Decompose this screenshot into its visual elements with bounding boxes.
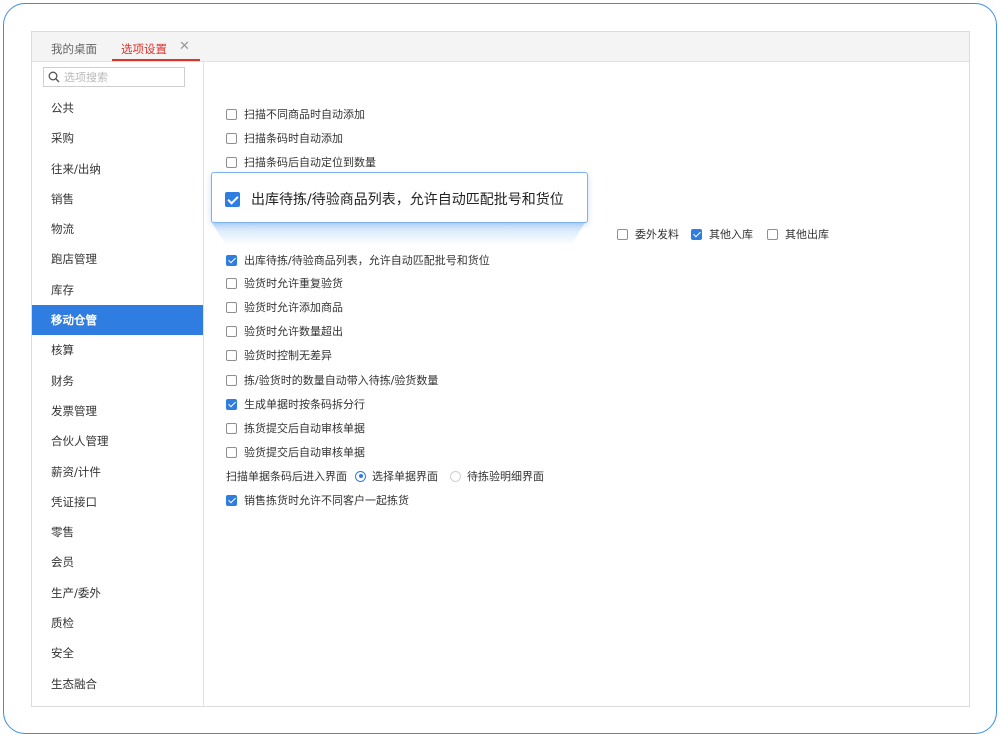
option-row[interactable]: 出库待拣/待验商品列表，允许自动匹配批号和货位 bbox=[226, 252, 490, 268]
option-row[interactable]: 验货时允许数量超出 bbox=[226, 323, 343, 339]
sidebar-item[interactable]: 会员 bbox=[32, 547, 203, 577]
callout-glow bbox=[211, 221, 586, 245]
option-row[interactable]: 验货时允许添加商品 bbox=[226, 299, 343, 315]
sidebar-item[interactable]: 合伙人管理 bbox=[32, 426, 203, 456]
option-label: 验货时控制无差异 bbox=[244, 349, 332, 362]
callout-checkbox-icon bbox=[225, 191, 240, 207]
sidebar-menu: 公共 采购 往来/出纳 销售 物流 跑店管理 库存 移动仓管 核算 财务 发票管理 合伙人管理 薪资/计… bbox=[32, 93, 203, 699]
scan-entry-group: 扫描单据条码后进入界面 选择单据界面 待拣验明细界面 bbox=[226, 468, 556, 484]
option-row[interactable]: 验货提交后自动审核单据 bbox=[226, 444, 365, 460]
option-checkbox[interactable] bbox=[226, 277, 237, 289]
sidebar-item[interactable]: 库存 bbox=[32, 275, 203, 305]
settings-panel: 扫描不同商品时自动添加扫描条码时自动添加扫描条码后自动定位到数量拣货验货支持多明… bbox=[204, 62, 969, 706]
close-icon[interactable]: ✕ bbox=[179, 39, 190, 54]
search-icon bbox=[48, 71, 60, 83]
option-row[interactable]: 拣/验货时的数量自动带入待拣/验货数量 bbox=[226, 372, 438, 388]
option-row[interactable]: 拣货提交后自动审核单据 bbox=[226, 420, 365, 436]
doc-type-checkbox[interactable] bbox=[767, 228, 778, 240]
sidebar: 公共采购往来/出纳销售物流跑店管理库存移动仓管核算财务发票管理合伙人管理薪资/计… bbox=[32, 62, 204, 706]
option-checkbox[interactable] bbox=[226, 374, 237, 386]
tab-option-settings[interactable]: 选项设置 bbox=[121, 41, 167, 57]
option-checkbox[interactable] bbox=[226, 325, 237, 337]
sidebar-item[interactable]: 发票管理 bbox=[32, 396, 203, 426]
scan-entry-radio[interactable] bbox=[355, 470, 366, 482]
sidebar-item[interactable]: 销售 bbox=[32, 184, 203, 214]
sidebar-item[interactable]: 生态融合 bbox=[32, 669, 203, 699]
option-row[interactable]: 验货时控制无差异 bbox=[226, 347, 332, 363]
option-checkbox[interactable] bbox=[226, 254, 237, 266]
highlight-callout: 出库待拣/待验商品列表，允许自动匹配批号和货位 bbox=[211, 172, 588, 223]
search-input[interactable] bbox=[64, 69, 179, 85]
doc-type-checkbox[interactable] bbox=[617, 228, 628, 240]
option-label: 验货提交后自动审核单据 bbox=[244, 446, 365, 459]
sidebar-item[interactable]: 核算 bbox=[32, 335, 203, 365]
sidebar-item[interactable]: 零售 bbox=[32, 517, 203, 547]
option-row[interactable]: 销售拣货时允许不同客户一起拣货 bbox=[226, 492, 409, 508]
option-checkbox[interactable] bbox=[226, 301, 237, 313]
option-checkbox[interactable] bbox=[226, 349, 237, 361]
sidebar-item[interactable]: 跑店管理 bbox=[32, 244, 203, 274]
option-label: 验货时允许数量超出 bbox=[244, 325, 343, 338]
option-label: 扫描条码时自动添加 bbox=[244, 132, 343, 145]
option-checkbox[interactable] bbox=[226, 156, 237, 168]
sidebar-item[interactable]: 财务 bbox=[32, 366, 203, 396]
option-row[interactable]: 扫描条码后自动定位到数量 bbox=[226, 154, 376, 170]
scan-entry-label: 扫描单据条码后进入界面 bbox=[226, 470, 347, 483]
sidebar-item[interactable]: 移动仓管 bbox=[32, 305, 203, 336]
option-label: 拣货提交后自动审核单据 bbox=[244, 422, 365, 435]
option-label: 拣/验货时的数量自动带入待拣/验货数量 bbox=[244, 374, 439, 387]
doc-type-option[interactable]: 其他出库 bbox=[767, 226, 829, 242]
option-row[interactable]: 验货时允许重复验货 bbox=[226, 275, 343, 291]
option-label: 扫描条码后自动定位到数量 bbox=[244, 156, 376, 169]
doc-type-label: 其他入库 bbox=[709, 228, 753, 241]
tab-my-desktop[interactable]: 我的桌面 bbox=[51, 41, 97, 57]
scan-entry-radio[interactable] bbox=[450, 470, 461, 482]
option-search[interactable] bbox=[43, 67, 185, 87]
doc-type-label: 委外发料 bbox=[635, 228, 679, 241]
option-checkbox[interactable] bbox=[226, 108, 237, 120]
option-checkbox[interactable] bbox=[226, 398, 237, 410]
scan-entry-choice-label: 待拣验明细界面 bbox=[467, 470, 544, 483]
options-window: 我的桌面 选项设置 ✕ 公共采购往来/出纳销售物流跑店管理库存移动仓管核算财务发… bbox=[31, 31, 970, 707]
doc-type-label: 其他出库 bbox=[785, 228, 829, 241]
sidebar-item[interactable]: 质检 bbox=[32, 608, 203, 638]
sidebar-item[interactable]: 公共 bbox=[32, 93, 203, 123]
option-checkbox[interactable] bbox=[226, 132, 237, 144]
sidebar-item[interactable]: 薪资/计件 bbox=[32, 457, 203, 487]
tab-bar: 我的桌面 选项设置 ✕ bbox=[32, 32, 969, 62]
scan-entry-choice-label: 选择单据界面 bbox=[372, 470, 438, 483]
option-row[interactable]: 扫描不同商品时自动添加 bbox=[226, 106, 365, 122]
sidebar-item[interactable]: 往来/出纳 bbox=[32, 154, 203, 184]
option-label: 扫描不同商品时自动添加 bbox=[244, 108, 365, 121]
doc-type-option[interactable]: 委外发料 bbox=[617, 226, 679, 242]
option-label: 验货时允许重复验货 bbox=[244, 277, 343, 290]
active-tab-indicator bbox=[112, 59, 200, 61]
option-checkbox[interactable] bbox=[226, 422, 237, 434]
sidebar-item[interactable]: 安全 bbox=[32, 638, 203, 668]
sidebar-item[interactable]: 凭证接口 bbox=[32, 487, 203, 517]
option-row[interactable]: 生成单据时按条码拆分行 bbox=[226, 396, 365, 412]
callout-label: 出库待拣/待验商品列表，允许自动匹配批号和货位 bbox=[251, 192, 564, 208]
option-checkbox[interactable] bbox=[226, 494, 237, 506]
sidebar-item[interactable]: 生产/委外 bbox=[32, 578, 203, 608]
option-label: 验货时允许添加商品 bbox=[244, 301, 343, 314]
option-label: 出库待拣/待验商品列表，允许自动匹配批号和货位 bbox=[244, 254, 490, 267]
option-label: 生成单据时按条码拆分行 bbox=[244, 398, 365, 411]
doc-type-option[interactable]: 其他入库 bbox=[691, 226, 753, 242]
sidebar-item[interactable]: 物流 bbox=[32, 214, 203, 244]
sidebar-item[interactable]: 采购 bbox=[32, 123, 203, 153]
option-label: 销售拣货时允许不同客户一起拣货 bbox=[244, 494, 409, 507]
option-checkbox[interactable] bbox=[226, 446, 237, 458]
option-row[interactable]: 扫描条码时自动添加 bbox=[226, 130, 343, 146]
doc-type-checkbox[interactable] bbox=[691, 228, 702, 240]
